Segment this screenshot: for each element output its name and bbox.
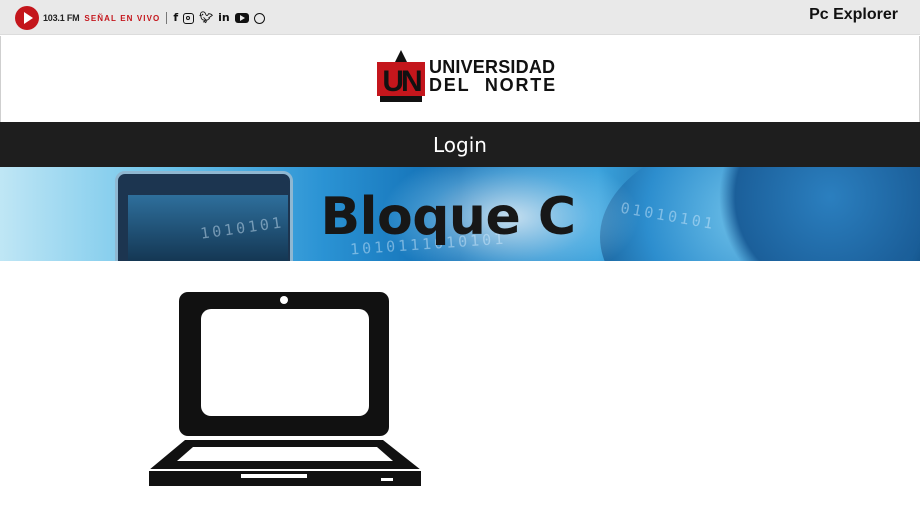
banner: 1010101 1010111010101 01010101 Bloque C (0, 167, 920, 261)
instagram-icon[interactable] (183, 12, 195, 24)
page-title: Bloque C (320, 187, 576, 247)
logo-mark: UN (377, 50, 425, 102)
radio-player[interactable]: 103.1 FM SEÑAL EN VIVO f 🐦︎ in (15, 6, 265, 30)
youtube-icon[interactable] (234, 13, 249, 23)
header: UN UNIVERSIDAD DEL NORTE (0, 36, 920, 122)
logo-mark-text: UN (382, 65, 421, 98)
university-logo[interactable]: UN UNIVERSIDAD DEL NORTE (377, 50, 557, 102)
top-bar: 103.1 FM SEÑAL EN VIVO f 🐦︎ in Pc Explor… (0, 0, 920, 35)
twitter-icon[interactable]: 🐦︎ (199, 12, 213, 24)
login-link[interactable]: Login (433, 133, 487, 157)
radio-frequency: 103.1 FM (43, 13, 80, 23)
logo-line-2: DEL NORTE (429, 75, 557, 95)
whatsapp-icon[interactable] (253, 12, 265, 24)
laptop-icon (149, 292, 421, 486)
divider (166, 12, 168, 24)
social-links: f 🐦︎ in (173, 12, 265, 24)
radio-live-status: SEÑAL EN VIVO (84, 13, 161, 23)
user-label: Pc Explorer (809, 6, 898, 23)
facebook-icon[interactable]: f (173, 12, 178, 24)
logo-line-1: UNIVERSIDAD (429, 57, 556, 77)
play-icon[interactable] (15, 6, 39, 30)
logo-text: UNIVERSIDAD DEL NORTE (429, 58, 557, 94)
linkedin-icon[interactable]: in (218, 12, 230, 24)
nav-bar: Login (0, 122, 920, 167)
